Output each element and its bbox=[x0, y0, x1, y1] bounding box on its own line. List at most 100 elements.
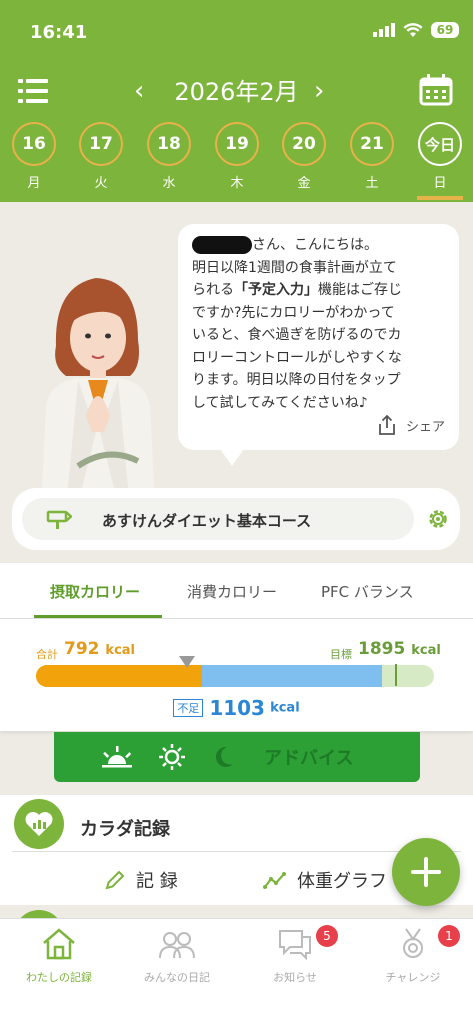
day-item-today[interactable]: 今日 日 bbox=[417, 122, 463, 191]
active-tab-indicator bbox=[34, 615, 162, 618]
shortage-readout: 不足 1103 kcal bbox=[0, 696, 473, 720]
day-weekday: 日 bbox=[433, 176, 447, 191]
nav-my-records[interactable]: わたしの記録 bbox=[0, 927, 118, 985]
goal-calories: 1895 kcal bbox=[358, 639, 441, 659]
advice-highlight: 「予定入力」 bbox=[234, 282, 318, 298]
notification-badge: 5 bbox=[316, 925, 338, 947]
goal-calories-value: 1895 bbox=[358, 639, 406, 659]
day-weekday: 水 bbox=[162, 176, 176, 191]
share-icon bbox=[379, 414, 395, 435]
weight-graph-button[interactable]: 体重グラフ bbox=[263, 867, 387, 893]
heart-chart-icon bbox=[25, 812, 53, 836]
advice-speech-bubble: さん、こんにちは。 明日以降1週間の食事計画が立て られる「予定入力」機能はご存… bbox=[178, 224, 459, 450]
day-item[interactable]: 17 火 bbox=[78, 122, 124, 191]
status-bar: 16:41 69 bbox=[0, 0, 473, 66]
day-number: 20 bbox=[282, 122, 326, 166]
day-number: 今日 bbox=[418, 122, 462, 166]
goal-marker-line bbox=[395, 664, 397, 686]
next-month-button[interactable]: › bbox=[314, 76, 324, 106]
day-number: 16 bbox=[12, 122, 56, 166]
total-calories-value: 792 bbox=[64, 639, 100, 659]
day-weekday: 金 bbox=[297, 176, 311, 191]
day-item[interactable]: 16 月 bbox=[11, 122, 57, 191]
day-item[interactable]: 19 木 bbox=[214, 122, 260, 191]
calorie-tabs: 摂取カロリー 消費カロリー PFC バランス bbox=[0, 563, 473, 619]
selected-day-indicator bbox=[417, 196, 463, 200]
signal-icon bbox=[373, 23, 395, 37]
advice-line: られる bbox=[192, 282, 234, 298]
advisor-avatar bbox=[42, 278, 154, 488]
course-label: あすけんダイエット基本コース bbox=[102, 512, 312, 530]
day-item[interactable]: 20 金 bbox=[281, 122, 327, 191]
divider bbox=[12, 851, 461, 852]
total-label: 合計 bbox=[36, 648, 58, 661]
week-day-selector: 16 月 17 火 18 水 19 木 20 金 21 土 今日 日 bbox=[0, 122, 473, 202]
tab-intake-calories[interactable]: 摂取カロリー bbox=[50, 581, 140, 602]
day-item[interactable]: 21 土 bbox=[349, 122, 395, 191]
nav-label: わたしの記録 bbox=[26, 971, 92, 984]
share-label: シェア bbox=[405, 419, 445, 435]
goal-label: 目標 bbox=[330, 648, 352, 661]
greeting-text: さん、こんにちは。 bbox=[252, 237, 378, 253]
day-number: 17 bbox=[79, 122, 123, 166]
people-icon bbox=[159, 932, 195, 959]
body-record-title: カラダ記録 bbox=[80, 819, 170, 840]
gear-icon[interactable] bbox=[426, 507, 450, 531]
nav-challenge[interactable]: チャレンジ 1 bbox=[354, 925, 472, 985]
advice-line: ロリーコントロールがしやすくな bbox=[192, 349, 402, 366]
record-button[interactable]: 記 録 bbox=[104, 867, 178, 893]
nav-label: お知らせ bbox=[273, 971, 317, 984]
battery-indicator: 69 bbox=[431, 22, 459, 38]
advice-line: 明日以降1週間の食事計画が立て bbox=[192, 259, 397, 276]
advice-line: 機能はご存じ bbox=[318, 282, 402, 298]
line-graph-icon bbox=[263, 872, 286, 889]
day-number: 18 bbox=[147, 122, 191, 166]
calorie-progress-bar bbox=[36, 665, 434, 687]
shortage-value: 1103 bbox=[209, 696, 265, 720]
add-button[interactable] bbox=[392, 838, 460, 906]
advice-button[interactable]: アドバイス bbox=[54, 732, 420, 782]
day-number: 19 bbox=[215, 122, 259, 166]
body-record-icon bbox=[14, 799, 64, 849]
speech-bubble-tail bbox=[218, 446, 246, 466]
nav-label: チャレンジ bbox=[385, 971, 441, 984]
advice-label: アドバイス bbox=[264, 748, 354, 769]
advice-line: ですか?先にカロリーがわかって bbox=[192, 304, 395, 321]
moon-icon bbox=[215, 746, 233, 767]
nav-label: みんなの日記 bbox=[144, 971, 210, 984]
nav-notifications[interactable]: お知らせ 5 bbox=[236, 925, 354, 985]
share-button[interactable]: シェア bbox=[376, 414, 445, 436]
advice-line: して試してみてくださいね♪ bbox=[192, 394, 368, 411]
day-weekday: 火 bbox=[94, 176, 108, 191]
challenge-badge: 1 bbox=[438, 925, 460, 947]
chat-bubbles-icon bbox=[279, 930, 311, 961]
status-icons: 69 bbox=[373, 22, 459, 38]
advice-message: さん、こんにちは。 明日以降1週間の食事計画が立て られる「予定入力」機能はご存… bbox=[192, 234, 445, 414]
wifi-icon bbox=[403, 22, 423, 37]
shortage-fill bbox=[202, 665, 382, 687]
record-label: 記 録 bbox=[136, 871, 178, 892]
day-item[interactable]: 18 水 bbox=[146, 122, 192, 191]
goal-unit: kcal bbox=[411, 643, 441, 658]
month-title: 2026年2月 bbox=[174, 78, 299, 106]
total-unit: kcal bbox=[105, 643, 136, 658]
intake-fill bbox=[36, 665, 202, 687]
medal-icon bbox=[403, 928, 423, 958]
redacted-username bbox=[192, 236, 252, 254]
tab-pfc-balance[interactable]: PFC バランス bbox=[321, 581, 414, 602]
signpost-icon bbox=[46, 510, 72, 529]
day-weekday: 月 bbox=[27, 176, 41, 191]
calendar-icon[interactable] bbox=[419, 74, 453, 106]
shortage-label: 不足 bbox=[173, 699, 204, 717]
plus-icon bbox=[411, 857, 441, 887]
bottom-nav: わたしの記録 みんなの日記 お知らせ 5 チャレンジ 1 bbox=[0, 918, 473, 1024]
sunrise-icon bbox=[102, 746, 132, 768]
course-selector[interactable]: あすけんダイエット基本コース bbox=[22, 498, 414, 540]
shortage-unit: kcal bbox=[270, 700, 300, 716]
intake-marker bbox=[179, 656, 195, 668]
weight-graph-label: 体重グラフ bbox=[297, 871, 387, 892]
total-calories: 792 kcal bbox=[64, 639, 135, 659]
nav-community-diary[interactable]: みんなの日記 bbox=[118, 927, 236, 985]
advice-line: いると、食べ過ぎを防げるのでカ bbox=[192, 327, 402, 343]
tab-burned-calories[interactable]: 消費カロリー bbox=[187, 581, 277, 602]
